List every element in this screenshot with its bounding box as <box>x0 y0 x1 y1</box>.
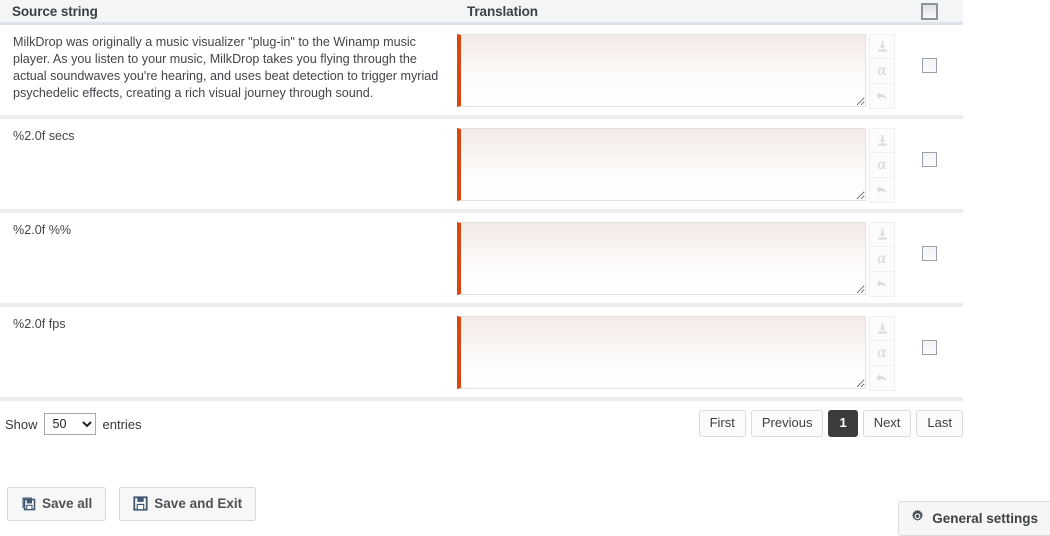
table-footer: Show 102550100 entries First Previous 1 … <box>0 401 963 453</box>
copy-source-icon[interactable] <box>869 316 895 341</box>
copy-source-icon[interactable] <box>869 128 895 153</box>
source-string-text: %2.0f secs <box>13 129 75 143</box>
special-characters-icon[interactable]: α <box>869 59 895 84</box>
show-label: Show <box>5 416 38 432</box>
special-characters-icon[interactable]: α <box>869 153 895 178</box>
undo-icon[interactable] <box>869 272 895 297</box>
row-checkbox-icon[interactable] <box>921 340 937 355</box>
entries-label: entries <box>102 416 142 432</box>
pagination: First Previous 1 Next Last <box>698 410 963 437</box>
table-row: %2.0f fps α <box>0 307 963 401</box>
save-all-floppy-icon <box>21 496 36 511</box>
alpha-glyph: α <box>877 157 887 173</box>
translation-cell: α <box>455 119 895 203</box>
row-select-cell[interactable] <box>895 213 963 261</box>
general-settings-label: General settings <box>932 510 1038 526</box>
table-row: %2.0f secs α <box>0 119 963 213</box>
general-settings-button[interactable]: General settings <box>898 501 1050 536</box>
translation-cell: α <box>455 307 895 391</box>
source-string-cell: MilkDrop was originally a music visualiz… <box>0 25 455 112</box>
copy-source-icon[interactable] <box>869 34 895 59</box>
translation-tools: α <box>869 222 895 297</box>
translation-tools: α <box>869 316 895 391</box>
header-cell-select-all[interactable] <box>895 2 963 20</box>
header-cell-source: Source string <box>0 4 455 19</box>
pagination-last-button[interactable]: Last <box>916 410 963 437</box>
action-bar: Save all Save and Exit <box>7 487 257 521</box>
row-select-cell[interactable] <box>895 119 963 167</box>
pagination-previous-button[interactable]: Previous <box>750 410 824 437</box>
translation-input[interactable] <box>457 128 866 201</box>
special-characters-icon[interactable]: α <box>869 247 895 272</box>
pagination-next-button[interactable]: Next <box>862 410 912 437</box>
source-string-text: %2.0f %% <box>13 223 72 237</box>
gear-icon <box>910 509 925 527</box>
alpha-glyph: α <box>877 63 887 79</box>
entries-per-page-select[interactable]: 102550100 <box>43 413 96 435</box>
translation-tools: α <box>869 128 895 203</box>
save-all-button[interactable]: Save all <box>7 487 107 521</box>
translation-column-label: Translation <box>467 3 538 19</box>
row-checkbox-icon[interactable] <box>921 246 937 261</box>
source-string-cell: %2.0f secs <box>0 119 455 155</box>
save-all-label: Save all <box>42 496 93 511</box>
undo-icon[interactable] <box>869 178 895 203</box>
translation-input[interactable] <box>457 34 866 107</box>
select-all-checkbox-icon[interactable] <box>920 2 938 20</box>
translation-cell: α <box>455 25 895 109</box>
alpha-glyph: α <box>877 251 887 267</box>
show-entries-control: Show 102550100 entries <box>5 413 148 435</box>
table-header-row: Source string Translation <box>0 0 963 25</box>
source-string-text: %2.0f fps <box>13 317 66 331</box>
source-string-cell: %2.0f fps <box>0 307 455 343</box>
translation-table: Source string Translation MilkDrop was o… <box>0 0 963 401</box>
save-and-exit-button[interactable]: Save and Exit <box>119 487 257 521</box>
translation-tools: α <box>869 34 895 109</box>
translation-input[interactable] <box>457 316 866 389</box>
row-checkbox-icon[interactable] <box>921 152 937 167</box>
row-select-cell[interactable] <box>895 25 963 73</box>
save-and-exit-floppy-icon <box>133 496 148 511</box>
alpha-glyph: α <box>877 345 887 361</box>
undo-icon[interactable] <box>869 84 895 109</box>
save-and-exit-label: Save and Exit <box>154 496 243 511</box>
undo-icon[interactable] <box>869 366 895 391</box>
pagination-first-button[interactable]: First <box>698 410 746 437</box>
copy-source-icon[interactable] <box>869 222 895 247</box>
translation-input[interactable] <box>457 222 866 295</box>
special-characters-icon[interactable]: α <box>869 341 895 366</box>
pagination-page-1-button[interactable]: 1 <box>828 410 858 437</box>
translation-cell: α <box>455 213 895 297</box>
row-select-cell[interactable] <box>895 307 963 355</box>
source-column-label: Source string <box>12 3 98 19</box>
table-row: %2.0f %% α <box>0 213 963 307</box>
row-checkbox-icon[interactable] <box>921 58 937 73</box>
source-string-cell: %2.0f %% <box>0 213 455 249</box>
header-cell-translation: Translation <box>455 4 895 19</box>
source-string-text: MilkDrop was originally a music visualiz… <box>13 35 439 100</box>
table-body: MilkDrop was originally a music visualiz… <box>0 25 963 401</box>
table-row: MilkDrop was originally a music visualiz… <box>0 25 963 119</box>
